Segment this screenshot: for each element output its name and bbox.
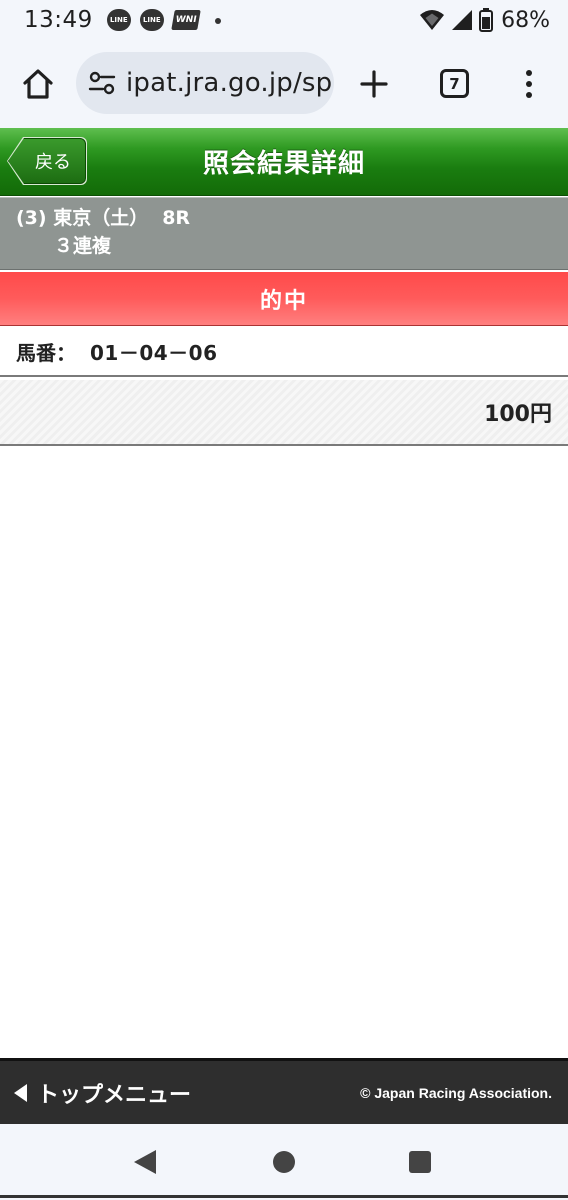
back-button[interactable]: 戻る [8,138,86,184]
nav-recents-icon[interactable] [409,1151,431,1173]
status-right: 68% [419,8,550,33]
status-time: 13:49 [24,7,93,33]
url-text: ipat.jra.go.jp/sp [126,68,333,98]
amount-row: 100円 [0,380,568,446]
new-tab-button[interactable] [352,62,396,106]
nav-home-icon[interactable] [273,1151,295,1173]
screen: 13:49 LINE LINE WNI 68% ipat.jra.go.jp/s… [0,0,568,1200]
more-notifications-dot-icon [214,18,221,24]
signal-icon [452,10,473,30]
triangle-left-icon [14,1083,27,1102]
race-line: (3) 東京（土） 8R [16,204,568,232]
browser-toolbar: ipat.jra.go.jp/sp 7 [0,40,568,128]
race-venue: (3) 東京（土） [16,207,149,229]
selection-row: 馬番： 01－04－06 [0,327,568,377]
nav-back-icon[interactable] [134,1150,156,1174]
battery-percent: 68% [501,7,550,33]
race-number: 8R [162,207,191,229]
line-notification-icon: LINE [106,9,131,31]
tune-icon[interactable] [88,69,116,97]
bet-type: ３連複 [54,235,112,257]
nav-handle [0,1195,568,1198]
footer-bar: トップメニュー © Japan Racing Association. [0,1058,568,1124]
tab-switcher-button[interactable]: 7 [440,69,469,98]
home-icon [23,69,53,99]
weather-app-notification-icon: WNI [171,10,201,30]
selection-value: 01－04－06 [90,340,218,365]
race-info: (3) 東京（土） 8R ３連複 [0,197,568,270]
selection-label: 馬番： [16,340,76,365]
plus-icon [360,70,388,98]
line-notification-icon: LINE [139,9,164,31]
address-bar[interactable]: ipat.jra.go.jp/sp [76,52,334,114]
result-status-banner: 的中 [0,272,568,326]
page-header: 戻る 照会結果詳細 [0,128,568,196]
wifi-icon [420,10,445,30]
amount-value: 100円 [484,402,552,427]
copyright-text: © Japan Racing Association. [360,1084,552,1101]
home-button[interactable] [16,62,60,106]
top-menu-label: トップメニュー [37,1082,192,1108]
battery-icon [479,8,494,32]
more-vert-icon[interactable] [514,62,544,106]
system-nav-bar [0,1124,568,1200]
status-bar: 13:49 LINE LINE WNI 68% [0,0,568,40]
top-menu-link[interactable]: トップメニュー [0,1077,191,1109]
